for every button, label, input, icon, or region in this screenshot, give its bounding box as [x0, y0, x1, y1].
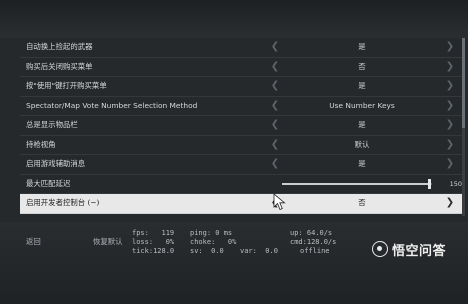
chevron-right-icon[interactable]: ❯: [444, 58, 456, 77]
cmd-readout: cmd:128.0/s: [290, 238, 337, 246]
chevron-right-icon[interactable]: ❯: [444, 97, 456, 116]
setting-label: Spectator/Map Vote Number Selection Meth…: [26, 100, 198, 110]
slider-value: 150: [449, 179, 462, 188]
up-readout: up: 64.0/s: [290, 229, 333, 237]
wukong-logo-icon: [372, 241, 388, 257]
chevron-right-icon[interactable]: ❯: [444, 77, 456, 96]
loss-readout: loss: 0%: [132, 238, 175, 246]
setting-value: 是: [358, 81, 366, 90]
setting-label: 总是显示物品栏: [26, 120, 78, 129]
chevron-right-icon[interactable]: ❯: [444, 116, 456, 135]
chevron-left-icon[interactable]: ❮: [269, 77, 281, 96]
setting-row-viewmodel[interactable]: 持枪视角 ❮ 默认 ❯: [20, 136, 462, 155]
tick-readout: tick:128.0: [132, 247, 175, 255]
chevron-right-icon[interactable]: ❯: [444, 38, 456, 57]
setting-row-max-match-latency: 最大匹配延迟 150: [20, 175, 462, 194]
slider-handle[interactable]: [427, 179, 431, 189]
chevron-left-icon[interactable]: ❮: [269, 38, 281, 57]
ping-readout: ping: 0 ms: [190, 229, 233, 237]
offline-status: offline: [300, 247, 330, 255]
setting-label: 购买后关闭购买菜单: [26, 61, 93, 71]
game-settings-list: 自动换上捡起的武器 ❮ 是 ❯ 购买后关闭购买菜单 ❮ 否 ❯ 按"使用"键打开…: [20, 38, 462, 214]
setting-label: 启用游戏辅助消息: [26, 159, 86, 168]
setting-label: 启用开发者控制台 (~): [26, 198, 100, 207]
setting-label: 自动换上捡起的武器: [26, 42, 93, 51]
watermark: 悟空问答: [372, 238, 462, 260]
scrollbar-thumb[interactable]: [462, 38, 465, 128]
sv-readout: sv: 0.0: [190, 247, 224, 255]
latency-slider[interactable]: [282, 179, 432, 189]
setting-row-show-inventory[interactable]: 总是显示物品栏 ❮ 是 ❯: [20, 116, 462, 136]
chevron-right-icon[interactable]: ❯: [444, 155, 456, 174]
setting-row-dev-console[interactable]: 启用开发者控制台 (~) ❮ 否 ❯: [20, 194, 462, 214]
choke-readout: choke: 0%: [190, 238, 237, 246]
setting-row-game-hints[interactable]: 启用游戏辅助消息 ❮ 是 ❯: [20, 155, 462, 175]
setting-row-close-buy-menu[interactable]: 购买后关闭购买菜单 ❮ 否 ❯: [20, 58, 462, 77]
chevron-right-icon[interactable]: ❯: [444, 194, 456, 213]
setting-row-auto-switch[interactable]: 自动换上捡起的武器 ❮ 是 ❯: [20, 38, 462, 58]
chevron-left-icon[interactable]: ❮: [269, 58, 281, 77]
fps-readout: fps: 119: [132, 229, 175, 237]
setting-value: Use Number Keys: [329, 100, 395, 110]
setting-label: 按"使用"键打开购买菜单: [26, 81, 107, 90]
chevron-left-icon[interactable]: ❮: [269, 97, 281, 116]
setting-value: 是: [358, 159, 366, 168]
setting-value: 否: [358, 61, 366, 71]
setting-label: 持枪视角: [26, 139, 56, 149]
chevron-left-icon[interactable]: ❮: [269, 155, 281, 174]
setting-value: 是: [358, 120, 366, 129]
mouse-cursor-icon: [273, 193, 286, 211]
footer-backdrop: [0, 222, 468, 304]
setting-value: 是: [358, 42, 366, 51]
back-button[interactable]: 返回: [26, 236, 41, 247]
setting-label: 最大匹配延迟: [26, 178, 71, 188]
setting-value: 否: [358, 198, 366, 207]
reset-defaults-button[interactable]: 恢复默认: [93, 236, 123, 247]
setting-row-use-key-buy[interactable]: 按"使用"键打开购买菜单 ❮ 是 ❯: [20, 77, 462, 97]
slider-fill: [282, 183, 429, 185]
chevron-left-icon[interactable]: ❮: [269, 116, 281, 135]
watermark-text: 悟空问答: [392, 243, 447, 259]
chevron-right-icon[interactable]: ❯: [444, 136, 456, 155]
setting-row-vote-method[interactable]: Spectator/Map Vote Number Selection Meth…: [20, 97, 462, 116]
chevron-left-icon[interactable]: ❮: [269, 136, 281, 155]
top-backdrop: [0, 0, 468, 38]
setting-value: 默认: [354, 139, 370, 149]
var-readout: var: 0.0: [240, 247, 278, 255]
